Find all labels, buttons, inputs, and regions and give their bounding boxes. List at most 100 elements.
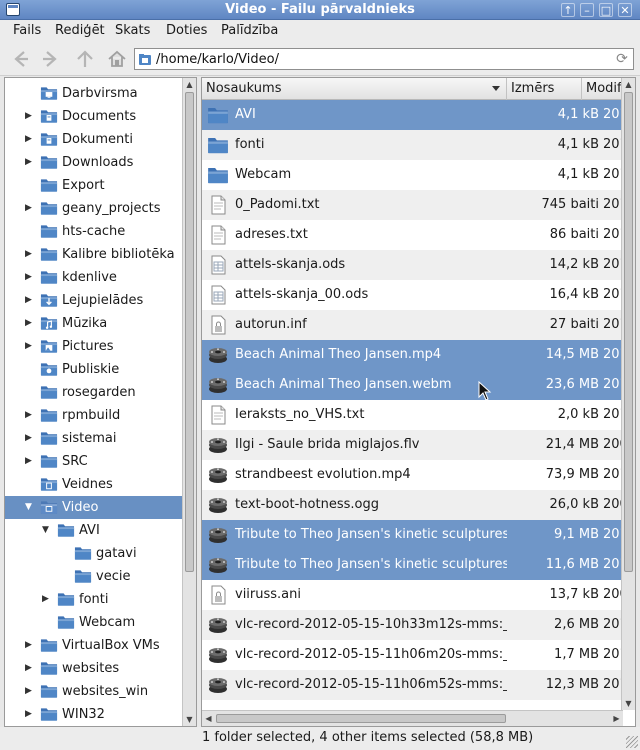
sidebar-item[interactable]: hts-cache (5, 220, 183, 243)
window-minimize-button[interactable]: – (580, 3, 594, 17)
sidebar-item[interactable]: ▶ WIN32 (5, 703, 183, 726)
sidebar-item[interactable]: ▶ geany_projects (5, 197, 183, 220)
sidebar-item[interactable]: gatavi (5, 542, 183, 565)
collapsed-arrow-icon[interactable]: ▶ (25, 686, 35, 696)
file-row[interactable]: vlc-record-2012-05-15-11h06m52s-mms:_ 12,… (202, 670, 623, 700)
sidebar-item[interactable]: ▶ websites (5, 657, 183, 680)
collapsed-arrow-icon[interactable]: ▶ (25, 341, 35, 351)
collapsed-arrow-icon[interactable]: ▶ (25, 410, 35, 420)
file-row[interactable]: text-boot-hotness.ogg 26,0 kB 2008- (202, 490, 623, 520)
collapsed-arrow-icon[interactable]: ▶ (25, 433, 35, 443)
sidebar-item[interactable]: ▶ fonti (5, 588, 183, 611)
sidebar-item[interactable]: vecie (5, 565, 183, 588)
window-maximize-button[interactable]: □ (599, 3, 613, 17)
sidebar-item[interactable]: Webcam (5, 611, 183, 634)
sidebar-item[interactable]: ▶ rpmbuild (5, 404, 183, 427)
sidebar-item[interactable]: ▶ websites_win (5, 680, 183, 703)
file-row[interactable]: 0_Padomi.txt 745 baiti 2014- (202, 190, 623, 220)
file-row[interactable]: Beach Animal Theo Jansen.webm 23,6 MB 2014… (202, 370, 623, 400)
scroll-up-arrow-icon[interactable]: ▲ (622, 78, 635, 91)
file-row[interactable]: vlc-record-2012-05-15-10h33m12s-mms:_ 2,6… (202, 610, 623, 640)
sidebar-item[interactable]: ▶ sistemai (5, 427, 183, 450)
location-input[interactable] (156, 50, 606, 68)
sidebar-item[interactable]: ▼ Video (5, 496, 183, 519)
file-row[interactable]: adreses.txt 86 baiti 2011- (202, 220, 623, 250)
collapsed-arrow-icon[interactable]: ▶ (25, 640, 35, 650)
sidebar-tree[interactable]: Darbvirsma ▶ Documents ▶ Dokumenti ▶ Downlo… (4, 77, 197, 727)
sidebar-item[interactable]: ▶ Pictures (5, 335, 183, 358)
sidebar-scroll-thumb[interactable] (185, 92, 194, 572)
sidebar-item[interactable]: rosegarden (5, 381, 183, 404)
collapsed-arrow-icon[interactable]: ▶ (25, 157, 35, 167)
collapsed-arrow-icon[interactable]: ▶ (25, 134, 35, 144)
sidebar-item[interactable]: Darbvirsma (5, 82, 183, 105)
window-close-button[interactable]: ✕ (618, 3, 632, 17)
collapsed-arrow-icon[interactable]: ▶ (42, 594, 52, 604)
sidebar-scrollbar[interactable]: ▲ ▼ (182, 78, 196, 726)
sidebar-item[interactable]: ▶ Dokumenti (5, 128, 183, 151)
collapsed-arrow-icon[interactable]: ▶ (25, 111, 35, 121)
file-row[interactable]: strandbeest evolution.mp4 73,9 MB 2014- (202, 460, 623, 490)
file-row[interactable]: Beach Animal Theo Jansen.mp4 14,5 MB 2014- (202, 340, 623, 370)
file-row[interactable]: autorun.inf 27 baiti 2010- (202, 310, 623, 340)
filelist-vertical-scrollbar[interactable]: ▲ ▼ (621, 78, 635, 710)
filelist-scroll-thumb[interactable] (624, 92, 633, 572)
collapsed-arrow-icon[interactable]: ▶ (25, 456, 35, 466)
scroll-right-arrow-icon[interactable]: ▶ (610, 712, 623, 725)
sidebar-item[interactable]: ▶ kdenlive (5, 266, 183, 289)
sidebar-item[interactable]: ▶ SRC (5, 450, 183, 473)
sidebar-item[interactable]: ▶ Mūzika (5, 312, 183, 335)
menu-edit[interactable]: Rediģēt (55, 23, 105, 38)
sidebar-item[interactable]: Export (5, 174, 183, 197)
window-shade-button[interactable]: ↑ (561, 3, 575, 17)
file-row[interactable]: Tribute to Theo Jansen's kinetic sculptu… (202, 550, 623, 580)
sidebar-item[interactable]: ▶ Kalibre bibliotēka (5, 243, 183, 266)
up-button[interactable] (74, 48, 96, 70)
back-button[interactable] (9, 48, 31, 70)
forward-button[interactable] (40, 48, 62, 70)
file-row[interactable]: attels-skanja_00.ods 16,4 kB 2012- (202, 280, 623, 310)
collapsed-arrow-icon[interactable]: ▶ (25, 249, 35, 259)
column-name[interactable]: Nosaukums (202, 78, 507, 100)
expanded-arrow-icon[interactable]: ▼ (25, 502, 35, 512)
collapsed-arrow-icon[interactable]: ▶ (25, 272, 35, 282)
file-row[interactable]: Webcam 4,1 kB 2010- (202, 160, 623, 190)
menu-file[interactable]: Fails (13, 23, 41, 38)
file-row[interactable]: fonti 4,1 kB 2013- (202, 130, 623, 160)
sidebar-item[interactable]: ▶ Documents (5, 105, 183, 128)
column-size[interactable]: Izmērs (507, 78, 582, 100)
file-row[interactable]: AVI 4,1 kB 2014- (202, 100, 623, 130)
sidebar-item[interactable]: ▶ VirtualBox VMs (5, 634, 183, 657)
window-titlebar[interactable]: Video - Failu pārvaldnieks ↑ – □ ✕ (0, 0, 640, 20)
sidebar-item[interactable]: ▶ Lejupielādes (5, 289, 183, 312)
file-row[interactable]: vlc-record-2012-05-15-11h06m20s-mms:_ 1,7… (202, 640, 623, 670)
file-row[interactable]: attels-skanja.ods 14,2 kB 2014- (202, 250, 623, 280)
file-row[interactable]: Ilgi - Saule brida miglajos.flv 21,4 MB 20… (202, 430, 623, 460)
menu-go[interactable]: Doties (166, 23, 207, 38)
scroll-up-arrow-icon[interactable]: ▲ (183, 78, 196, 91)
collapsed-arrow-icon[interactable]: ▶ (25, 709, 35, 719)
filelist-hscroll-thumb[interactable] (216, 714, 506, 723)
menu-view[interactable]: Skats (115, 23, 150, 38)
sidebar-item[interactable]: ▶ Downloads (5, 151, 183, 174)
collapsed-arrow-icon[interactable]: ▶ (25, 203, 35, 213)
expanded-arrow-icon[interactable]: ▼ (42, 525, 52, 535)
scroll-down-arrow-icon[interactable]: ▼ (183, 713, 196, 726)
resize-grip-icon[interactable] (626, 736, 638, 748)
scroll-left-arrow-icon[interactable]: ◀ (202, 712, 215, 725)
filelist-horizontal-scrollbar[interactable]: ◀ ▶ (202, 710, 623, 726)
file-row[interactable]: Ieraksts_no_VHS.txt 2,0 kB 2014- (202, 400, 623, 430)
scroll-down-arrow-icon[interactable]: ▼ (622, 697, 635, 710)
menu-help[interactable]: Palīdzība (221, 23, 278, 38)
sidebar-item[interactable]: ▼ AVI (5, 519, 183, 542)
location-bar[interactable]: ⟳ (134, 48, 634, 70)
file-row[interactable]: Tribute to Theo Jansen's kinetic sculptu… (202, 520, 623, 550)
collapsed-arrow-icon[interactable]: ▶ (25, 295, 35, 305)
file-list[interactable]: Nosaukums Izmērs Modif AVI 4,1 kB 2014- fo… (201, 77, 636, 727)
file-row[interactable]: viiruss.ani 13,7 kB 2008- (202, 580, 623, 610)
reload-icon[interactable]: ⟳ (614, 51, 630, 67)
collapsed-arrow-icon[interactable]: ▶ (25, 318, 35, 328)
sidebar-item[interactable]: Publiskie (5, 358, 183, 381)
home-button[interactable] (106, 48, 128, 70)
collapsed-arrow-icon[interactable]: ▶ (25, 663, 35, 673)
